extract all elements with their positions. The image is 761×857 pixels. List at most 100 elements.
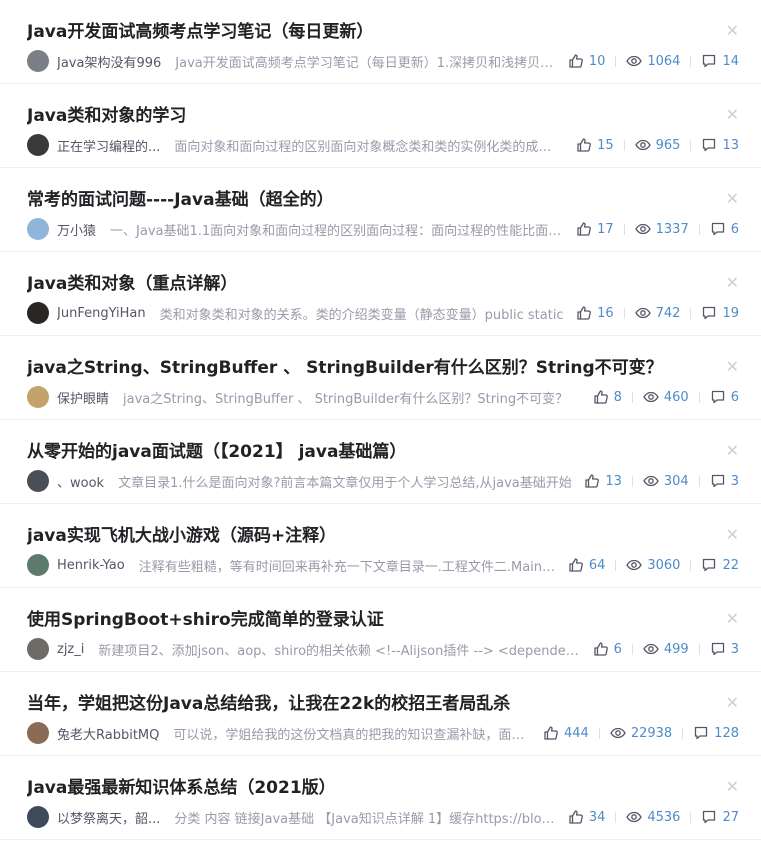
article-stats: 64 3060 22 (568, 557, 739, 573)
thumbs-up-icon (569, 558, 583, 572)
divider (698, 475, 700, 487)
feed-item[interactable]: 当年，学姐把这份Java总结给我，让我在22k的校招王者局乱杀 ✕ 兔老大Rab… (0, 672, 761, 756)
comment-stat[interactable]: 19 (701, 305, 739, 321)
like-stat[interactable]: 6 (593, 641, 622, 657)
article-stats: 8 460 6 (593, 389, 739, 405)
comment-icon (711, 390, 724, 404)
close-icon[interactable]: ✕ (726, 526, 739, 544)
close-icon[interactable]: ✕ (726, 274, 739, 292)
thumbs-up-icon (569, 810, 583, 824)
avatar[interactable] (27, 302, 49, 324)
avatar[interactable] (27, 386, 49, 408)
like-count: 16 (597, 305, 614, 321)
like-stat[interactable]: 34 (568, 809, 605, 825)
article-title[interactable]: Java类和对象（重点详解） (27, 272, 701, 296)
close-icon[interactable]: ✕ (726, 610, 739, 628)
comment-stat[interactable]: 27 (701, 809, 739, 825)
feed-item[interactable]: Java类和对象（重点详解） ✕ JunFengYiHan 类和对象类和对象的关… (0, 252, 761, 336)
comment-stat[interactable]: 22 (701, 557, 739, 573)
author-name[interactable]: 正在学习编程的... (57, 136, 160, 155)
author-name[interactable]: 万小猿 (57, 220, 96, 239)
like-stat[interactable]: 444 (543, 725, 589, 741)
like-stat[interactable]: 8 (593, 389, 622, 405)
comment-stat[interactable]: 6 (710, 389, 739, 405)
article-title[interactable]: Java最强最新知识体系总结（2021版） (27, 776, 701, 800)
close-icon[interactable]: ✕ (726, 694, 739, 712)
comment-stat[interactable]: 14 (701, 53, 739, 69)
close-icon[interactable]: ✕ (726, 106, 739, 124)
comment-stat[interactable]: 128 (693, 725, 739, 741)
avatar[interactable] (27, 638, 49, 660)
like-stat[interactable]: 64 (568, 557, 605, 573)
like-count: 444 (563, 725, 589, 741)
article-stats: 444 22938 128 (543, 725, 739, 741)
article-meta: 、wook 文章目录1.什么是面向对象?前言本篇文章仅用于个人学习总结,从jav… (27, 469, 739, 493)
avatar[interactable] (27, 554, 49, 576)
article-title[interactable]: Java类和对象的学习 (27, 104, 701, 128)
divider (698, 223, 700, 235)
article-title[interactable]: 使用SpringBoot+shiro完成简单的登录认证 (27, 608, 701, 632)
feed-item[interactable]: Java最强最新知识体系总结（2021版） ✕ 以梦祭离天，韶... 分类 内容… (0, 756, 761, 840)
article-title[interactable]: Java开发面试高频考点学习笔记（每日更新） (27, 20, 701, 44)
feed-item[interactable]: Java开发面试高频考点学习笔记（每日更新） ✕ Java架构没有996 Jav… (0, 0, 761, 84)
close-icon[interactable]: ✕ (726, 778, 739, 796)
article-title[interactable]: java实现飞机大战小游戏（源码+注释） (27, 524, 701, 548)
close-icon[interactable]: ✕ (726, 22, 739, 40)
author-name[interactable]: zjz_i (57, 642, 84, 657)
like-stat[interactable]: 13 (584, 473, 622, 489)
comment-stat[interactable]: 13 (701, 137, 739, 153)
view-count: 965 (655, 137, 681, 153)
article-title[interactable]: 从零开始的java面试题（【2021】 java基础篇） (27, 440, 701, 464)
author-name[interactable]: Java架构没有996 (57, 52, 161, 71)
author-name[interactable]: JunFengYiHan (57, 306, 146, 321)
avatar[interactable] (27, 722, 49, 744)
close-icon[interactable]: ✕ (726, 190, 739, 208)
feed-item[interactable]: 从零开始的java面试题（【2021】 java基础篇） ✕ 、wook 文章目… (0, 420, 761, 504)
article-title[interactable]: 当年，学姐把这份Java总结给我，让我在22k的校招王者局乱杀 (27, 692, 701, 716)
feed-item[interactable]: java之String、StringBuffer 、 StringBuilder… (0, 336, 761, 420)
close-icon[interactable]: ✕ (726, 358, 739, 376)
feed-item[interactable]: Java类和对象的学习 ✕ 正在学习编程的... 面向对象和面向过程的区别面向对… (0, 84, 761, 168)
like-count: 17 (597, 221, 614, 237)
comment-icon (711, 474, 724, 488)
avatar[interactable] (27, 134, 49, 156)
comment-icon (703, 306, 716, 320)
comment-count: 6 (730, 221, 739, 237)
like-count: 13 (605, 473, 622, 489)
like-count: 15 (597, 137, 614, 153)
article-meta: zjz_i 新建项目2、添加json、aop、shiro的相关依赖 <!--Al… (27, 637, 739, 661)
close-icon[interactable]: ✕ (726, 442, 739, 460)
like-stat[interactable]: 17 (576, 221, 614, 237)
comment-count: 13 (722, 137, 739, 153)
author-name[interactable]: Henrik-Yao (57, 558, 125, 573)
comment-stat[interactable]: 3 (710, 473, 739, 489)
feed-item[interactable]: java实现飞机大战小游戏（源码+注释） ✕ Henrik-Yao 注释有些粗糙… (0, 504, 761, 588)
author-name[interactable]: 、wook (57, 472, 104, 491)
author-name[interactable]: 以梦祭离天，韶... (57, 808, 160, 827)
comment-stat[interactable]: 6 (710, 221, 739, 237)
like-stat[interactable]: 16 (576, 305, 614, 321)
divider (615, 811, 617, 823)
like-stat[interactable]: 10 (568, 53, 605, 69)
article-meta: JunFengYiHan 类和对象类和对象的关系。类的介绍类变量（静态变量）pu… (27, 301, 739, 325)
comment-count: 3 (730, 473, 739, 489)
avatar[interactable] (27, 50, 49, 72)
feed-item[interactable]: 使用SpringBoot+shiro完成简单的登录认证 ✕ zjz_i 新建项目… (0, 588, 761, 672)
article-title[interactable]: 常考的面试问题----Java基础（超全的） (27, 188, 701, 212)
avatar[interactable] (27, 218, 49, 240)
article-stats: 17 1337 6 (576, 221, 739, 237)
view-stat: 3060 (626, 557, 680, 573)
view-stat: 1064 (626, 53, 680, 69)
author-name[interactable]: 保护眼睛 (57, 388, 109, 407)
article-title[interactable]: java之String、StringBuffer 、 StringBuilder… (27, 356, 701, 380)
feed-item[interactable]: 常考的面试问题----Java基础（超全的） ✕ 万小猿 一、Java基础1.1… (0, 168, 761, 252)
like-stat[interactable]: 15 (576, 137, 614, 153)
avatar[interactable] (27, 806, 49, 828)
view-count: 304 (663, 473, 689, 489)
divider (690, 307, 692, 319)
comment-stat[interactable]: 3 (710, 641, 739, 657)
avatar[interactable] (27, 470, 49, 492)
article-stats: 16 742 19 (576, 305, 739, 321)
author-name[interactable]: 兔老大RabbitMQ (57, 724, 159, 743)
article-summary: java之String、StringBuffer 、 StringBuilder… (123, 391, 569, 407)
